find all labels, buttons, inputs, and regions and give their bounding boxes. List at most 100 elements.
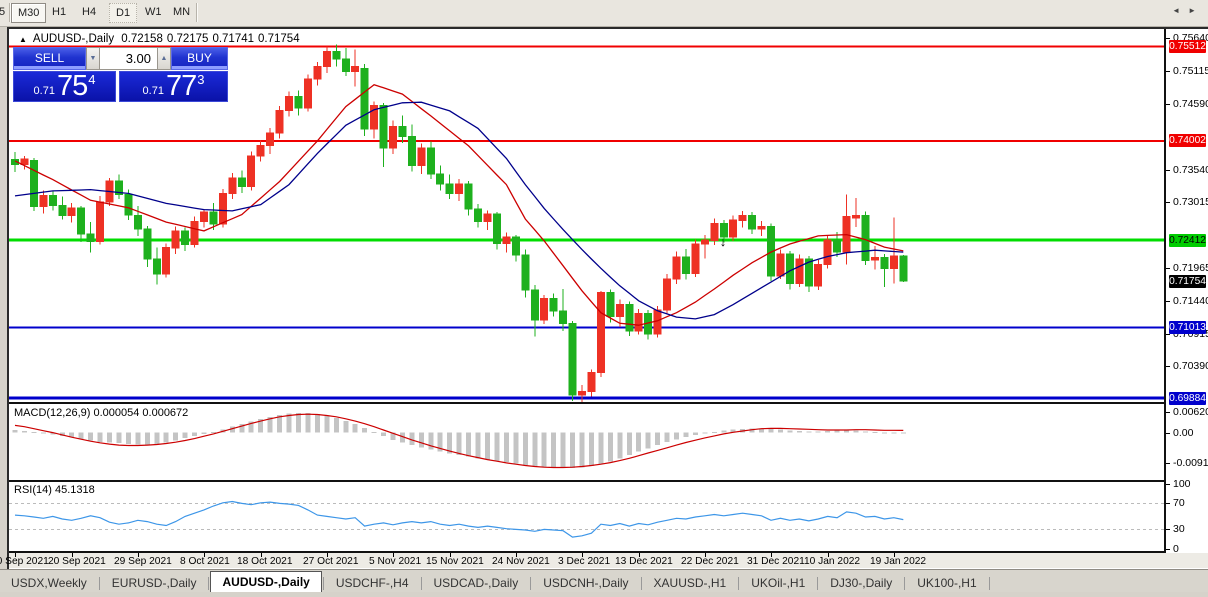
price-tick-label: 0.73015 (1173, 196, 1208, 208)
ohlc-high: 0.72175 (167, 33, 209, 45)
sell-price-main: 75 (57, 72, 87, 101)
timeframe-button-mn[interactable]: MN (167, 3, 196, 21)
price-tick-label: 0.70390 (1173, 360, 1208, 372)
ohlc-low: 0.71741 (212, 33, 254, 45)
chart-tab-eurusd--daily[interactable]: EURUSD-,Daily (101, 574, 208, 593)
time-axis[interactable]: 10 Sep 202120 Sep 202129 Sep 20218 Oct 2… (9, 553, 1208, 568)
time-tick-label: 13 Dec 2021 (615, 556, 673, 567)
panel-separator[interactable] (9, 402, 1208, 404)
price-badge-0.74002: 0.74002 (1169, 134, 1206, 147)
time-tick-label: 29 Sep 2021 (114, 556, 172, 567)
price-tick-mark (1166, 334, 1170, 335)
macd-tick-label: 0.00 (1173, 427, 1193, 439)
price-tick-mark (1166, 170, 1170, 171)
macd-tick-label: -0.00919 (1173, 457, 1208, 469)
tab-scroll-arrows: ◄► (1172, 6, 1204, 15)
chart-tab-dj30--daily[interactable]: DJ30-,Daily (819, 574, 903, 593)
chart-window: ▲AUDUSD-,Daily 0.721580.721750.717410.71… (7, 27, 1208, 572)
macd-tick-mark (1166, 463, 1170, 464)
tab-divider (421, 577, 422, 590)
tab-divider (208, 577, 209, 590)
time-tick-label: 15 Nov 2021 (426, 556, 484, 567)
chart-tab-usdchf--h4[interactable]: USDCHF-,H4 (325, 574, 420, 593)
volume-increase-button[interactable]: ▲ (157, 47, 171, 70)
sell-price-display[interactable]: 0.71 75 4 (13, 71, 116, 102)
timeframe-button-h1[interactable]: H1 (46, 3, 72, 21)
tab-divider (99, 577, 100, 590)
price-tick-mark (1166, 202, 1170, 203)
time-tick-label: 19 Jan 2022 (870, 556, 926, 567)
price-badge-0.72412: 0.72412 (1169, 234, 1206, 247)
collapse-triangle-icon[interactable]: ▲ (19, 35, 27, 44)
chart-tab-xauusd--h1[interactable]: XAUUSD-,H1 (643, 574, 738, 593)
rsi-panel[interactable]: RSI(14) 45.1318 (9, 482, 1164, 551)
sell-arrow-icon: ↓ (720, 234, 727, 249)
buy-button[interactable]: BUY (171, 47, 228, 70)
price-tick-mark (1166, 366, 1170, 367)
timeframe-toolbar: 5M30H1H4D1W1MN (0, 0, 1208, 27)
time-tick-label: 22 Dec 2021 (681, 556, 739, 567)
time-tick-label: 24 Nov 2021 (492, 556, 550, 567)
price-tick-label: 0.75115 (1173, 65, 1208, 77)
time-tick-label: 31 Dec 2021 (747, 556, 805, 567)
toolbar-separator (9, 3, 10, 22)
price-tick-label: 0.73540 (1173, 164, 1208, 176)
rsi-tick-label: 0 (1173, 543, 1179, 555)
tab-scroll-right-icon[interactable]: ► (1188, 6, 1204, 15)
chart-tab-bar: USDX,WeeklyEURUSD-,DailyAUDUSD-,DailyUSD… (0, 569, 1208, 593)
rsi-tick-mark (1166, 503, 1170, 504)
macd-panel[interactable]: MACD(12,26,9) 0.000054 0.000672 (9, 405, 1164, 480)
price-badge-0.75512: 0.75512 (1169, 40, 1206, 53)
toolbar-separator (196, 3, 197, 22)
chart-tab-usdcad--daily[interactable]: USDCAD-,Daily (423, 574, 530, 593)
time-tick-label: 5 Nov 2021 (369, 556, 421, 567)
tab-divider (323, 577, 324, 590)
price-badge-0.69884: 0.69884 (1169, 392, 1206, 405)
rsi-tick-label: 100 (1173, 478, 1191, 490)
volume-decrease-button[interactable]: ▼ (86, 47, 100, 70)
buy-price-prefix: 0.71 (143, 85, 164, 97)
buy-price-main: 77 (166, 72, 196, 101)
ohlc-close: 0.71754 (258, 33, 300, 45)
price-tick-label: 0.71440 (1173, 295, 1208, 307)
timeframe-button-m30[interactable]: M30 (11, 3, 46, 23)
price-tick-label: 0.74590 (1173, 98, 1208, 110)
rsi-tick-label: 70 (1173, 497, 1185, 509)
tab-scroll-left-icon[interactable]: ◄ (1172, 6, 1188, 15)
status-strip (0, 592, 1208, 597)
buy-price-display[interactable]: 0.71 77 3 (119, 71, 228, 102)
tab-divider (641, 577, 642, 590)
chart-tab-usdx-weekly[interactable]: USDX,Weekly (0, 574, 98, 593)
tab-divider (738, 577, 739, 590)
sell-price-pip: 4 (88, 72, 95, 87)
chart-title: ▲AUDUSD-,Daily 0.721580.721750.717410.71… (19, 33, 304, 45)
price-tick-mark (1166, 301, 1170, 302)
tab-divider (817, 577, 818, 590)
timeframe-button-d1[interactable]: D1 (109, 3, 137, 23)
macd-label: MACD(12,26,9) 0.000054 0.000672 (14, 407, 188, 419)
price-chart[interactable]: ▲AUDUSD-,Daily 0.721580.721750.717410.71… (9, 29, 1164, 402)
chart-tab-audusd--daily[interactable]: AUDUSD-,Daily (210, 571, 321, 593)
chart-tab-uk100--h1[interactable]: UK100-,H1 (906, 574, 987, 593)
time-tick-label: 10 Sep 2021 (0, 556, 49, 567)
rsi-label: RSI(14) 45.1318 (14, 484, 95, 496)
chart-tab-usdcnh--daily[interactable]: USDCNH-,Daily (532, 574, 639, 593)
chart-tab-ukoil--h1[interactable]: UKOil-,H1 (740, 574, 816, 593)
timeframe-button-w1[interactable]: W1 (139, 3, 168, 21)
macd-tick-mark (1166, 433, 1170, 434)
buy-price-pip: 3 (197, 72, 204, 87)
time-tick-label: 20 Sep 2021 (48, 556, 106, 567)
price-tick-mark (1166, 104, 1170, 105)
timeframe-button-h4[interactable]: H4 (76, 3, 102, 21)
tab-divider (904, 577, 905, 590)
price-axis[interactable]: 0.756400.751150.745900.735400.730150.719… (1164, 29, 1208, 553)
volume-input[interactable]: 3.00 (100, 47, 157, 70)
one-click-trading-panel: SELL ▼ 3.00 ▲ BUY 0.71 75 4 0.71 77 3 (13, 47, 228, 102)
chart-symbol-label: AUDUSD-,Daily (33, 33, 114, 45)
price-badge-0.71013: 0.71013 (1169, 321, 1206, 334)
tab-divider (989, 577, 990, 590)
macd-tick-mark (1166, 412, 1170, 413)
sell-button[interactable]: SELL (13, 47, 86, 70)
price-badge-0.71754: 0.71754 (1169, 275, 1206, 288)
time-tick-label: 18 Oct 2021 (237, 556, 293, 567)
